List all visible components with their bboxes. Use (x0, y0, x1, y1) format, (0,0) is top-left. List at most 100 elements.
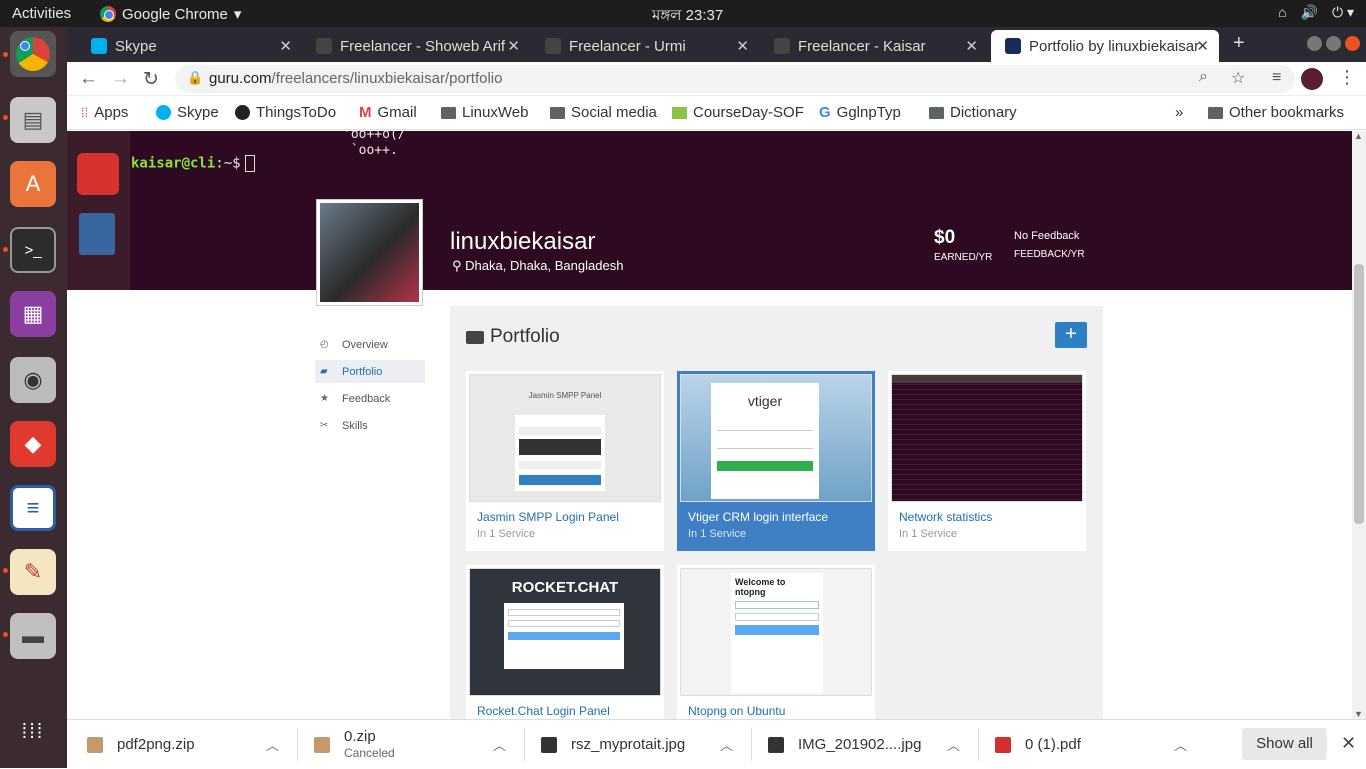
close-icon[interactable]: ✕ (1196, 37, 1209, 55)
chevron-up-icon[interactable]: ︿ (947, 735, 960, 754)
chevron-up-icon[interactable]: ︿ (1174, 735, 1187, 754)
download-item[interactable]: pdf2png.zip ︿ (87, 720, 297, 769)
nav-overview[interactable]: ◴ Overview (315, 333, 425, 356)
new-tab-button[interactable]: + (1233, 32, 1245, 55)
tab-freelancer-urmi[interactable]: Freelancer - Urmi ✕ (531, 30, 759, 62)
bookmark-star-icon[interactable]: ☆ (1231, 68, 1245, 88)
bookmark-linuxweb[interactable]: LinuxWeb (441, 104, 528, 121)
scroll-up-icon[interactable]: ▲ (1354, 131, 1363, 141)
bookmark-gglnptyp[interactable]: G GglnpTyp (819, 104, 901, 121)
tab-freelancer-kaisar[interactable]: Freelancer - Kaisar ✕ (760, 30, 988, 62)
activities-button[interactable]: Activities (12, 5, 71, 22)
chevron-up-icon[interactable]: ︿ (266, 735, 279, 754)
writer-launcher[interactable]: ≡ (10, 485, 56, 531)
close-icon[interactable]: ✕ (965, 37, 978, 55)
profile-avatar[interactable] (1301, 68, 1323, 90)
briefcase-icon (466, 330, 484, 344)
thumb-field (717, 423, 813, 431)
minimize-button[interactable] (1307, 36, 1322, 51)
globe-icon (774, 38, 790, 54)
close-icon[interactable]: ✕ (507, 37, 520, 55)
scroll-down-icon[interactable]: ▼ (1354, 709, 1363, 719)
bookmark-label: Other bookmarks (1229, 104, 1345, 121)
video-launcher[interactable]: ▦ (10, 291, 56, 337)
tab-skype[interactable]: Skype ✕ (77, 30, 302, 62)
nav-skills[interactable]: ✂ Skills (315, 414, 425, 437)
portfolio-card[interactable]: Network statistics In 1 Service (888, 371, 1086, 551)
scrollbar-thumb[interactable] (1354, 264, 1364, 524)
bookmark-dictionary[interactable]: Dictionary (929, 104, 1017, 121)
profile-photo[interactable] (316, 199, 423, 306)
text-editor-launcher[interactable]: ✎ (10, 549, 56, 595)
download-name: pdf2png.zip (117, 736, 195, 753)
download-item[interactable]: 0.zip Canceled ︿ (314, 720, 524, 769)
chevron-up-icon[interactable]: ︿ (493, 735, 506, 754)
chrome-launcher[interactable] (10, 31, 56, 77)
back-button[interactable]: ← (79, 68, 98, 90)
volume-icon[interactable]: 🔊 (1301, 4, 1318, 21)
bookmark-courseday[interactable]: CourseDay-SOF (672, 104, 804, 121)
image-file-icon (768, 736, 784, 753)
page-scrollbar[interactable]: ▲ ▼ (1352, 131, 1366, 719)
notepad-icon: ✎ (23, 559, 43, 584)
bookmark-thingstodo[interactable]: ThingsToDo (235, 104, 336, 121)
download-item[interactable]: IMG_201902....jpg ︿ (768, 720, 978, 769)
files-launcher[interactable]: ▤ (10, 97, 56, 143)
thumb-field (735, 601, 819, 609)
terminal-launcher[interactable]: >_ (10, 227, 56, 273)
lock-icon[interactable]: 🔒 (187, 70, 203, 86)
bookmark-other[interactable]: Other bookmarks (1208, 104, 1344, 121)
system-tray[interactable]: ⌂ 🔊 ⏻ ▾ (1278, 4, 1354, 21)
add-portfolio-button[interactable]: + (1055, 322, 1087, 348)
tab-portfolio[interactable]: Portfolio by linuxbiekaisar ✕ (991, 30, 1219, 62)
maximize-button[interactable] (1326, 36, 1341, 51)
reload-button[interactable]: ↻ (143, 68, 159, 91)
bookmarks-overflow[interactable]: » (1175, 104, 1183, 121)
card-title[interactable]: Ntopng on Ubuntu (688, 704, 785, 718)
card-title[interactable]: Jasmin SMPP Login Panel (477, 510, 619, 524)
bookmark-gmail[interactable]: M Gmail (359, 104, 417, 121)
chevron-up-icon[interactable]: ︿ (720, 735, 733, 754)
nav-portfolio[interactable]: ▰ Portfolio (315, 360, 425, 383)
scanner-launcher[interactable]: ▬ (10, 613, 56, 659)
anydesk-launcher[interactable]: ◆ (10, 421, 56, 467)
app-menu[interactable]: Google Chrome ▾ (100, 5, 241, 23)
card-title[interactable]: Network statistics (899, 510, 992, 524)
menu-icon[interactable]: ⋮ (1338, 67, 1356, 88)
portfolio-card[interactable]: ROCKET.CHAT Rocket.Chat Login Panel (466, 565, 664, 719)
power-icon[interactable]: ⏻ ▾ (1332, 4, 1354, 21)
download-item[interactable]: rsz_myprotait.jpg ︿ (541, 720, 751, 769)
bookmark-label: ThingsToDo (256, 104, 337, 121)
nav-label: Portfolio (342, 365, 383, 378)
address-bar[interactable]: 🔒 guru.com/freelancers/linuxbiekaisar/po… (175, 65, 1295, 93)
software-launcher[interactable]: A (10, 161, 56, 207)
close-icon[interactable]: ✕ (279, 37, 292, 55)
thumb-titlebar (892, 375, 1082, 383)
bookmark-skype[interactable]: Skype (156, 104, 219, 121)
show-apps-button[interactable]: ⁞⁞⁞ (10, 709, 56, 755)
close-icon[interactable]: ✕ (1341, 733, 1356, 754)
portfolio-card[interactable]: vtiger Vtiger CRM login interface In 1 S… (677, 371, 875, 551)
forward-button[interactable]: → (111, 68, 130, 90)
tab-freelancer-showeb[interactable]: Freelancer - Showeb Arif ✕ (302, 30, 530, 62)
close-icon[interactable]: ✕ (736, 37, 749, 55)
portfolio-card[interactable]: Jasmin SMPP Panel Jasmin SMPP Login Pane… (466, 371, 664, 551)
bookmark-label: Dictionary (950, 104, 1017, 121)
bookmark-label: Gmail (377, 104, 417, 121)
bookmark-apps[interactable]: ⁞⁞ Apps (81, 104, 128, 121)
card-title[interactable]: Vtiger CRM login interface (688, 510, 828, 524)
card-title[interactable]: Rocket.Chat Login Panel (477, 704, 610, 718)
nav-feedback[interactable]: ★ Feedback (315, 387, 425, 410)
media-list-icon[interactable]: ≡ (1272, 69, 1281, 87)
show-all-button[interactable]: Show all (1242, 728, 1327, 760)
bookmark-social-media[interactable]: Social media (550, 104, 657, 121)
profile-banner: 'oo++o(/ `oo++. kaisar@cli:~$ linuxbieka… (67, 131, 1352, 290)
portfolio-card[interactable]: Welcome to ntopng Ntopng on Ubuntu (677, 565, 875, 719)
clock[interactable]: মঙ্গল 23:37 (652, 4, 723, 29)
system-top-bar: Activities Google Chrome ▾ মঙ্গল 23:37 ⌂… (0, 0, 1366, 27)
close-window-button[interactable] (1345, 36, 1360, 51)
camera-launcher[interactable]: ◉ (10, 357, 56, 403)
download-item[interactable]: 0 (1).pdf ︿ (995, 720, 1205, 769)
zoom-icon[interactable]: ⌕ (1199, 68, 1208, 86)
network-icon[interactable]: ⌂ (1278, 4, 1286, 21)
